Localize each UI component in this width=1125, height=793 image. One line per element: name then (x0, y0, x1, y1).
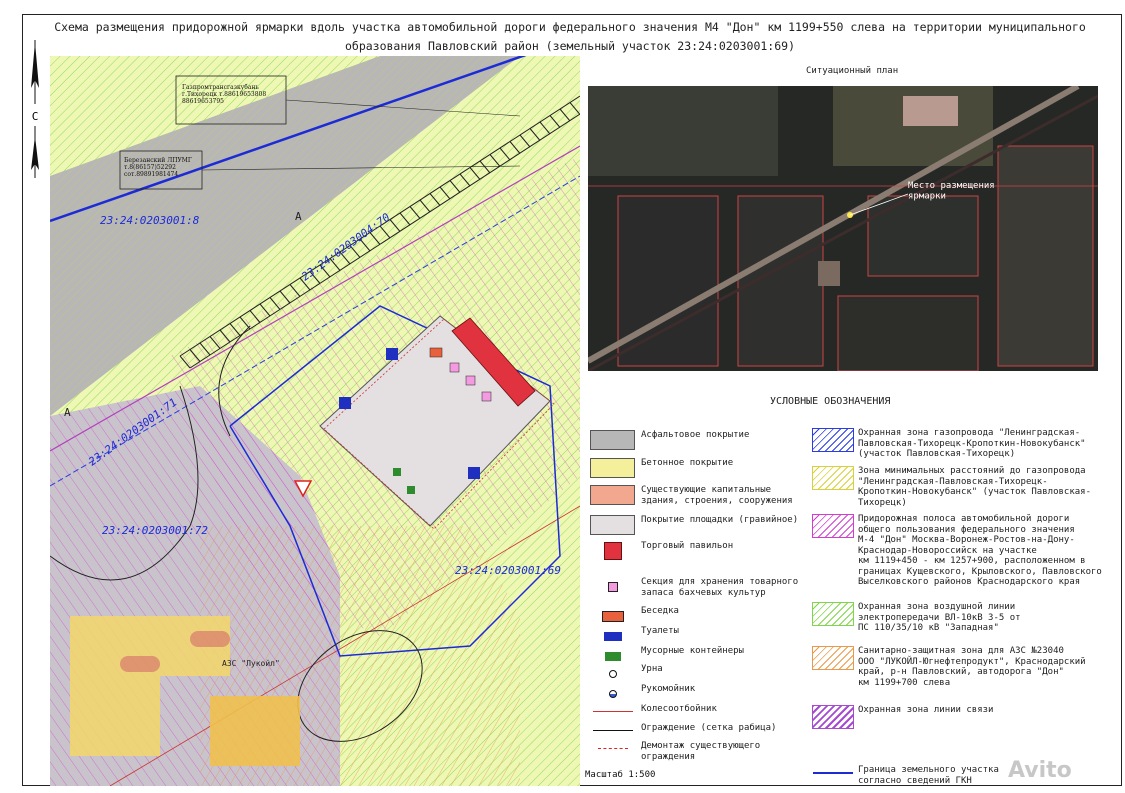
yellow-hatch-icon (812, 466, 854, 490)
left-item-label: Демонтаж существующего ограждения (641, 741, 761, 762)
right-item-label: Придорожная полоса автомобильной дороги … (858, 514, 1102, 587)
salmon-fill-icon (590, 485, 635, 505)
magenta-hatch-icon (812, 514, 854, 538)
right-item-label: Санитарно-защитная зона для АЗС №23040 О… (858, 646, 1086, 688)
blue-hatch-icon (812, 428, 854, 452)
orange-rect-icon (601, 610, 624, 622)
right-item-label: Граница земельного участка согласно свед… (858, 765, 999, 786)
title-line-2: образования Павловский район (земельный … (344, 39, 796, 53)
situation-plan-image: Место размещения ярмарки (586, 83, 1099, 373)
left-item-label: Рукомойник (641, 684, 696, 694)
title-line-1: Схема размещения придорожной ярмарки вдо… (54, 20, 1086, 34)
gray-fill-icon (590, 430, 635, 450)
pink-square-icon (607, 582, 618, 592)
left-item-label: Урна (641, 664, 663, 674)
left-item-label: Секция для хранения товарного запаса бах… (641, 577, 799, 598)
blue-rect-icon (603, 631, 622, 641)
situation-plan-title: Ситуационный план (806, 66, 899, 76)
red-square-icon (603, 542, 622, 560)
parcel-label-8: 23:24:0203001:8 (100, 214, 200, 227)
right-item-label: Охранная зона газопровода "Ленинградская… (858, 428, 1086, 459)
zone-letter-a: А (295, 210, 302, 223)
yellow-fill-icon (590, 458, 635, 478)
red-line-icon (592, 711, 633, 712)
left-item-label: Торговый павильон (641, 541, 734, 551)
north-letter: С (32, 110, 39, 123)
purple-hatch-icon (812, 705, 854, 729)
left-item-label: Существующие капитальные здания, строени… (641, 485, 793, 506)
site-plan-map: Газпромтрансгазкубань г.Тихорецк т.886196… (49, 34, 581, 787)
blue-line-icon (813, 772, 853, 774)
green-rect-icon (604, 651, 621, 661)
zone-letter-a: А (64, 406, 71, 419)
right-item-label: Охранная зона линии связи (858, 705, 994, 715)
left-item-label: Бетонное покрытие (641, 458, 734, 468)
circle-icon (608, 670, 617, 678)
station-label: АЗС "Лукойл" (222, 659, 280, 668)
parcel-label-72: 23:24:0203001:72 (102, 524, 208, 537)
scale-label: Масштаб 1:500 (585, 770, 656, 780)
half-circle-icon (608, 690, 617, 698)
right-item-label: Зона минимальных расстояний до газопрово… (858, 466, 1091, 508)
fence-line-icon (592, 730, 633, 731)
light-gray-fill-icon (590, 515, 635, 535)
left-item-label: Покрытие площадки (гравийное) (641, 515, 799, 525)
left-item-label: Мусорные контейнеры (641, 646, 744, 656)
legend-title: УСЛОВНЫЕ ОБОЗНАЧЕНИЯ (770, 396, 891, 407)
avito-watermark: Avito (1008, 758, 1072, 783)
parcel-label-69: 23:24:0203001:69 (455, 564, 561, 577)
drawing-title: Схема размещения придорожной ярмарки вдо… (50, 18, 1090, 56)
left-item-label: Туалеты (641, 626, 679, 636)
right-item-label: Охранная зона воздушной линии электропер… (858, 602, 1021, 633)
left-item-label: Беседка (641, 606, 679, 616)
left-item-label: Колесоотбойник (641, 704, 717, 714)
green-hatch-icon (812, 602, 854, 626)
north-arrow-icon: С (24, 40, 46, 180)
left-item-label: Ограждение (сетка рабица) (641, 723, 777, 733)
red-x-line-icon (597, 748, 628, 749)
left-item-label: Асфальтовое покрытие (641, 430, 750, 440)
orange-hatch-icon (812, 646, 854, 670)
